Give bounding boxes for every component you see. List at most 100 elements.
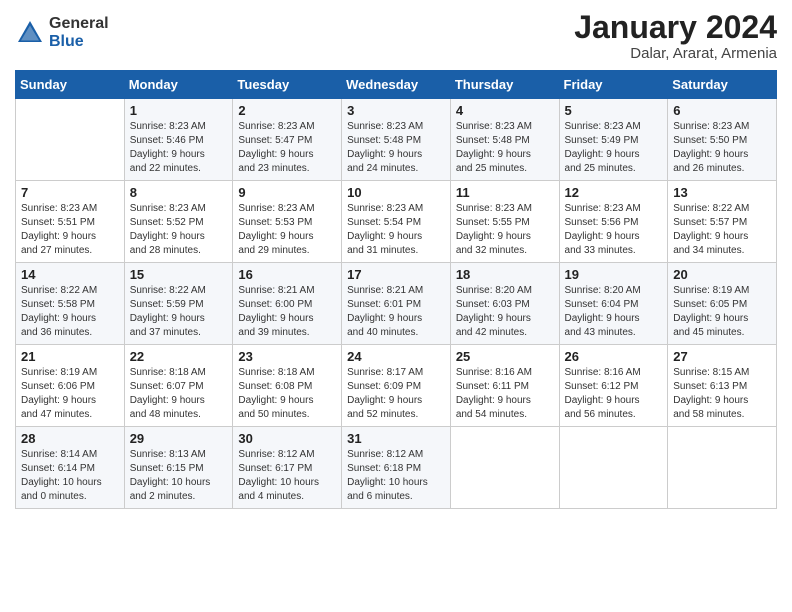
logo-blue-text: Blue [49, 33, 109, 51]
calendar-cell [16, 99, 125, 181]
day-info: Sunrise: 8:23 AMSunset: 5:46 PMDaylight:… [130, 120, 228, 176]
calendar-cell: 19 Sunrise: 8:20 AMSunset: 6:04 PMDayligh… [559, 263, 668, 345]
day-number: 8 [130, 185, 228, 200]
day-info: Sunrise: 8:14 AMSunset: 6:14 PMDaylight:… [21, 448, 119, 504]
day-info: Sunrise: 8:19 AMSunset: 6:05 PMDaylight:… [673, 284, 771, 340]
day-number: 16 [238, 267, 336, 282]
calendar-header-friday: Friday [559, 71, 668, 99]
title-block: January 2024 Dalar, Ararat, Armenia [574, 10, 777, 62]
day-info: Sunrise: 8:16 AMSunset: 6:11 PMDaylight:… [456, 366, 554, 422]
calendar-week-row: 21 Sunrise: 8:19 AMSunset: 6:06 PMDayligh… [16, 345, 777, 427]
logo: General Blue [15, 15, 109, 50]
day-info: Sunrise: 8:21 AMSunset: 6:00 PMDaylight:… [238, 284, 336, 340]
calendar-cell: 22Sunrise: 8:18 AMSunset: 6:07 PMDayligh… [124, 345, 233, 427]
calendar-header-tuesday: Tuesday [233, 71, 342, 99]
calendar-cell [668, 427, 777, 509]
day-info: Sunrise: 8:20 AMSunset: 6:04 PMDaylight:… [565, 284, 663, 340]
subtitle: Dalar, Ararat, Armenia [574, 45, 777, 62]
day-info: Sunrise: 8:23 AMSunset: 5:52 PMDaylight:… [130, 202, 228, 258]
calendar-cell: 11 Sunrise: 8:23 AMSunset: 5:55 PMDayligh… [450, 181, 559, 263]
calendar-week-row: 28 Sunrise: 8:14 AMSunset: 6:14 PMDayligh… [16, 427, 777, 509]
calendar-cell: 20 Sunrise: 8:19 AMSunset: 6:05 PMDayligh… [668, 263, 777, 345]
calendar-cell: 24Sunrise: 8:17 AMSunset: 6:09 PMDayligh… [342, 345, 451, 427]
calendar-cell [450, 427, 559, 509]
day-info: Sunrise: 8:16 AMSunset: 6:12 PMDaylight:… [565, 366, 663, 422]
calendar-cell: 1 Sunrise: 8:23 AMSunset: 5:46 PMDaylight… [124, 99, 233, 181]
day-number: 3 [347, 103, 445, 118]
day-number: 21 [21, 349, 119, 364]
calendar-cell: 3 Sunrise: 8:23 AMSunset: 5:48 PMDaylight… [342, 99, 451, 181]
calendar-header-monday: Monday [124, 71, 233, 99]
day-number: 17 [347, 267, 445, 282]
calendar-cell: 12 Sunrise: 8:23 AMSunset: 5:56 PMDayligh… [559, 181, 668, 263]
day-number: 5 [565, 103, 663, 118]
calendar-cell: 21 Sunrise: 8:19 AMSunset: 6:06 PMDayligh… [16, 345, 125, 427]
day-info: Sunrise: 8:19 AMSunset: 6:06 PMDaylight:… [21, 366, 119, 422]
calendar-cell: 16 Sunrise: 8:21 AMSunset: 6:00 PMDayligh… [233, 263, 342, 345]
header: General Blue January 2024 Dalar, Ararat,… [15, 10, 777, 62]
calendar-cell: 6 Sunrise: 8:23 AMSunset: 5:50 PMDaylight… [668, 99, 777, 181]
day-number: 6 [673, 103, 771, 118]
calendar-cell: 23 Sunrise: 8:18 AMSunset: 6:08 PMDayligh… [233, 345, 342, 427]
day-number: 10 [347, 185, 445, 200]
day-info: Sunrise: 8:23 AMSunset: 5:56 PMDaylight:… [565, 202, 663, 258]
day-info: Sunrise: 8:23 AMSunset: 5:48 PMDaylight:… [456, 120, 554, 176]
day-info: Sunrise: 8:23 AMSunset: 5:55 PMDaylight:… [456, 202, 554, 258]
calendar-cell: 27Sunrise: 8:15 AMSunset: 6:13 PMDayligh… [668, 345, 777, 427]
calendar-cell [559, 427, 668, 509]
day-number: 15 [130, 267, 228, 282]
day-number: 13 [673, 185, 771, 200]
day-info: Sunrise: 8:23 AMSunset: 5:51 PMDaylight:… [21, 202, 119, 258]
day-info: Sunrise: 8:22 AMSunset: 5:58 PMDaylight:… [21, 284, 119, 340]
day-number: 12 [565, 185, 663, 200]
day-info: Sunrise: 8:18 AMSunset: 6:07 PMDaylight:… [130, 366, 228, 422]
calendar-table: SundayMondayTuesdayWednesdayThursdayFrid… [15, 70, 777, 509]
day-number: 4 [456, 103, 554, 118]
calendar-cell: 18Sunrise: 8:20 AMSunset: 6:03 PMDayligh… [450, 263, 559, 345]
day-number: 2 [238, 103, 336, 118]
day-number: 25 [456, 349, 554, 364]
calendar-cell: 15 Sunrise: 8:22 AMSunset: 5:59 PMDayligh… [124, 263, 233, 345]
calendar-week-row: 7Sunrise: 8:23 AMSunset: 5:51 PMDaylight… [16, 181, 777, 263]
calendar-cell: 7Sunrise: 8:23 AMSunset: 5:51 PMDaylight… [16, 181, 125, 263]
calendar-cell: 26Sunrise: 8:16 AMSunset: 6:12 PMDayligh… [559, 345, 668, 427]
calendar-cell: 2 Sunrise: 8:23 AMSunset: 5:47 PMDaylight… [233, 99, 342, 181]
day-number: 20 [673, 267, 771, 282]
day-info: Sunrise: 8:23 AMSunset: 5:49 PMDaylight:… [565, 120, 663, 176]
day-number: 1 [130, 103, 228, 118]
logo-text: General Blue [49, 15, 109, 50]
day-info: Sunrise: 8:22 AMSunset: 5:59 PMDaylight:… [130, 284, 228, 340]
day-info: Sunrise: 8:20 AMSunset: 6:03 PMDaylight:… [456, 284, 554, 340]
calendar-cell: 17 Sunrise: 8:21 AMSunset: 6:01 PMDayligh… [342, 263, 451, 345]
day-info: Sunrise: 8:13 AMSunset: 6:15 PMDaylight:… [130, 448, 228, 504]
calendar-cell: 14Sunrise: 8:22 AMSunset: 5:58 PMDayligh… [16, 263, 125, 345]
calendar-cell: 30 Sunrise: 8:12 AMSunset: 6:17 PMDayligh… [233, 427, 342, 509]
day-number: 23 [238, 349, 336, 364]
calendar-cell: 5 Sunrise: 8:23 AMSunset: 5:49 PMDaylight… [559, 99, 668, 181]
day-number: 28 [21, 431, 119, 446]
calendar-week-row: 1 Sunrise: 8:23 AMSunset: 5:46 PMDaylight… [16, 99, 777, 181]
day-info: Sunrise: 8:12 AMSunset: 6:18 PMDaylight:… [347, 448, 445, 504]
day-info: Sunrise: 8:23 AMSunset: 5:47 PMDaylight:… [238, 120, 336, 176]
main-title: January 2024 [574, 10, 777, 45]
day-number: 30 [238, 431, 336, 446]
day-number: 11 [456, 185, 554, 200]
day-info: Sunrise: 8:21 AMSunset: 6:01 PMDaylight:… [347, 284, 445, 340]
calendar-cell: 8 Sunrise: 8:23 AMSunset: 5:52 PMDaylight… [124, 181, 233, 263]
calendar-cell: 29 Sunrise: 8:13 AMSunset: 6:15 PMDayligh… [124, 427, 233, 509]
logo-icon [15, 18, 45, 48]
day-number: 19 [565, 267, 663, 282]
day-info: Sunrise: 8:23 AMSunset: 5:54 PMDaylight:… [347, 202, 445, 258]
day-info: Sunrise: 8:18 AMSunset: 6:08 PMDaylight:… [238, 366, 336, 422]
day-number: 29 [130, 431, 228, 446]
day-info: Sunrise: 8:12 AMSunset: 6:17 PMDaylight:… [238, 448, 336, 504]
day-info: Sunrise: 8:23 AMSunset: 5:48 PMDaylight:… [347, 120, 445, 176]
calendar-cell: 13 Sunrise: 8:22 AMSunset: 5:57 PMDayligh… [668, 181, 777, 263]
calendar-cell: 4 Sunrise: 8:23 AMSunset: 5:48 PMDaylight… [450, 99, 559, 181]
day-info: Sunrise: 8:22 AMSunset: 5:57 PMDaylight:… [673, 202, 771, 258]
day-info: Sunrise: 8:23 AMSunset: 5:50 PMDaylight:… [673, 120, 771, 176]
day-number: 31 [347, 431, 445, 446]
calendar-cell: 25 Sunrise: 8:16 AMSunset: 6:11 PMDayligh… [450, 345, 559, 427]
calendar-header-thursday: Thursday [450, 71, 559, 99]
calendar-header-row: SundayMondayTuesdayWednesdayThursdayFrid… [16, 71, 777, 99]
